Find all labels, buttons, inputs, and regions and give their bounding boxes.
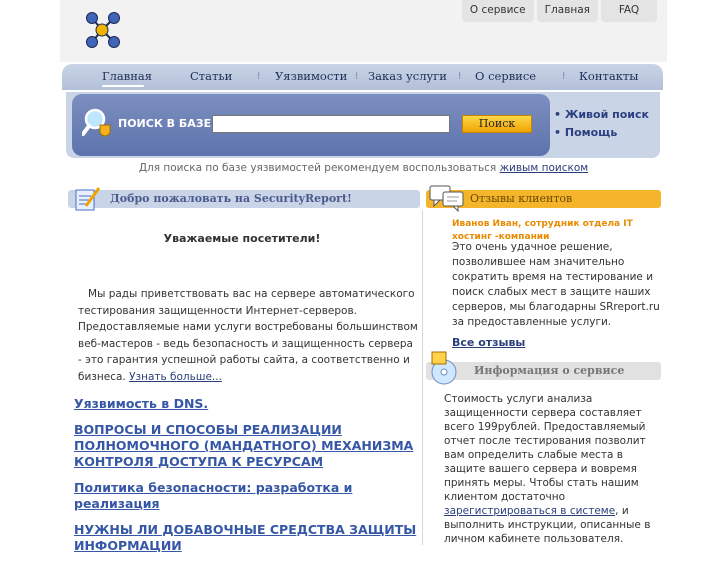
article-link[interactable]: Политика безопасности: разработка и реал… [74, 480, 426, 512]
top-links: О сервисе Главная FAQ [461, 0, 657, 22]
page: О сервисе Главная FAQ Главная Статьи ⁝ У… [60, 0, 667, 553]
nav-vulnerabilities[interactable]: Уязвимости [275, 69, 347, 83]
search-hint-link[interactable]: живым поиском [500, 162, 589, 174]
search-hint-text: Для поиска по базе уязвимостей рекоменду… [138, 162, 497, 174]
nav-separator: ⁝ [458, 71, 462, 82]
nav-separator: ⁝ [562, 71, 566, 82]
search-hint: Для поиска по базе уязвимостей рекоменду… [60, 162, 667, 174]
nav-active-indicator [102, 85, 144, 87]
learn-more-link[interactable]: Узнать больше... [129, 371, 222, 383]
reviews-title: Отзывы клиентов [470, 192, 573, 205]
article-link[interactable]: НУЖНЫ ЛИ ДОБАВОЧНЫЕ СРЕДСТВА ЗАЩИТЫ ИНФО… [74, 522, 426, 554]
article-link[interactable]: ВОПРОСЫ И СПОСОБЫ РЕАЛИЗАЦИИ ПОЛНОМОЧНОГ… [74, 422, 426, 470]
molecule-logo-icon[interactable] [82, 8, 122, 52]
search-panel: ПОИСК В БАЗЕ: Поиск • Живой поиск • Помо… [66, 92, 660, 158]
nav-order[interactable]: Заказ услуги [368, 69, 447, 83]
greeting: Уважаемые посетители! [163, 232, 321, 245]
search-label: ПОИСК В БАЗЕ: [118, 117, 216, 130]
top-link-faq[interactable]: FAQ [601, 0, 657, 22]
speech-bubbles-icon [429, 185, 464, 212]
info-header: Информация о сервисе [426, 351, 661, 385]
nav-separator: ⁝ [355, 71, 359, 82]
top-link-about[interactable]: О сервисе [461, 0, 534, 22]
info-title: Информация о сервисе [474, 364, 625, 377]
intro-text: Мы рады приветствовать вас на сервере ав… [78, 288, 418, 383]
help-link[interactable]: • Помощь [554, 126, 649, 139]
top-bar: О сервисе Главная FAQ [60, 0, 667, 62]
help-label: Помощь [564, 126, 618, 139]
info-text-before: Стоимость услуги анализа защищенности се… [444, 393, 646, 503]
search-quick-links: • Живой поиск • Помощь [554, 108, 649, 144]
intro-paragraph: Мы рады приветствовать вас на сервере ав… [78, 286, 418, 385]
nav-about[interactable]: О сервисе [475, 69, 536, 83]
live-search-link[interactable]: • Живой поиск [554, 108, 649, 121]
welcome-header: Добро пожаловать на SecurityReport! [68, 187, 420, 211]
magnifier-shield-icon [82, 108, 111, 137]
live-search-label: Живой поиск [564, 108, 649, 121]
top-link-home[interactable]: Главная [536, 0, 598, 22]
nav-contacts[interactable]: Контакты [579, 69, 638, 83]
search-button[interactable]: Поиск [462, 115, 532, 133]
info-paragraph: Стоимость услуги анализа защищенности се… [444, 392, 664, 546]
search-input[interactable] [212, 115, 450, 133]
nav-articles[interactable]: Статьи [190, 69, 232, 83]
search-box: ПОИСК В БАЗЕ: Поиск [72, 94, 550, 156]
review-text: Это очень удачное решение, позволившее н… [452, 241, 660, 328]
register-link[interactable]: зарегистрироваться в системе [444, 505, 615, 517]
reviews-header: Отзывы клиентов [426, 185, 661, 212]
nav-home[interactable]: Главная [102, 69, 152, 83]
welcome-title: Добро пожаловать на SecurityReport! [110, 192, 352, 205]
all-reviews-link[interactable]: Все отзывы [452, 336, 525, 349]
nav-separator: ⁝ [257, 71, 261, 82]
article-list: Уязвимость в DNS. ВОПРОСЫ И СПОСОБЫ РЕАЛ… [74, 396, 426, 564]
main-nav: Главная Статьи ⁝ Уязвимости ⁝ Заказ услу… [62, 64, 663, 90]
disc-info-icon [431, 351, 457, 385]
article-link[interactable]: Уязвимость в DNS. [74, 396, 426, 412]
welcome-section: Уважаемые посетители! Мы рады приветство… [62, 210, 423, 553]
